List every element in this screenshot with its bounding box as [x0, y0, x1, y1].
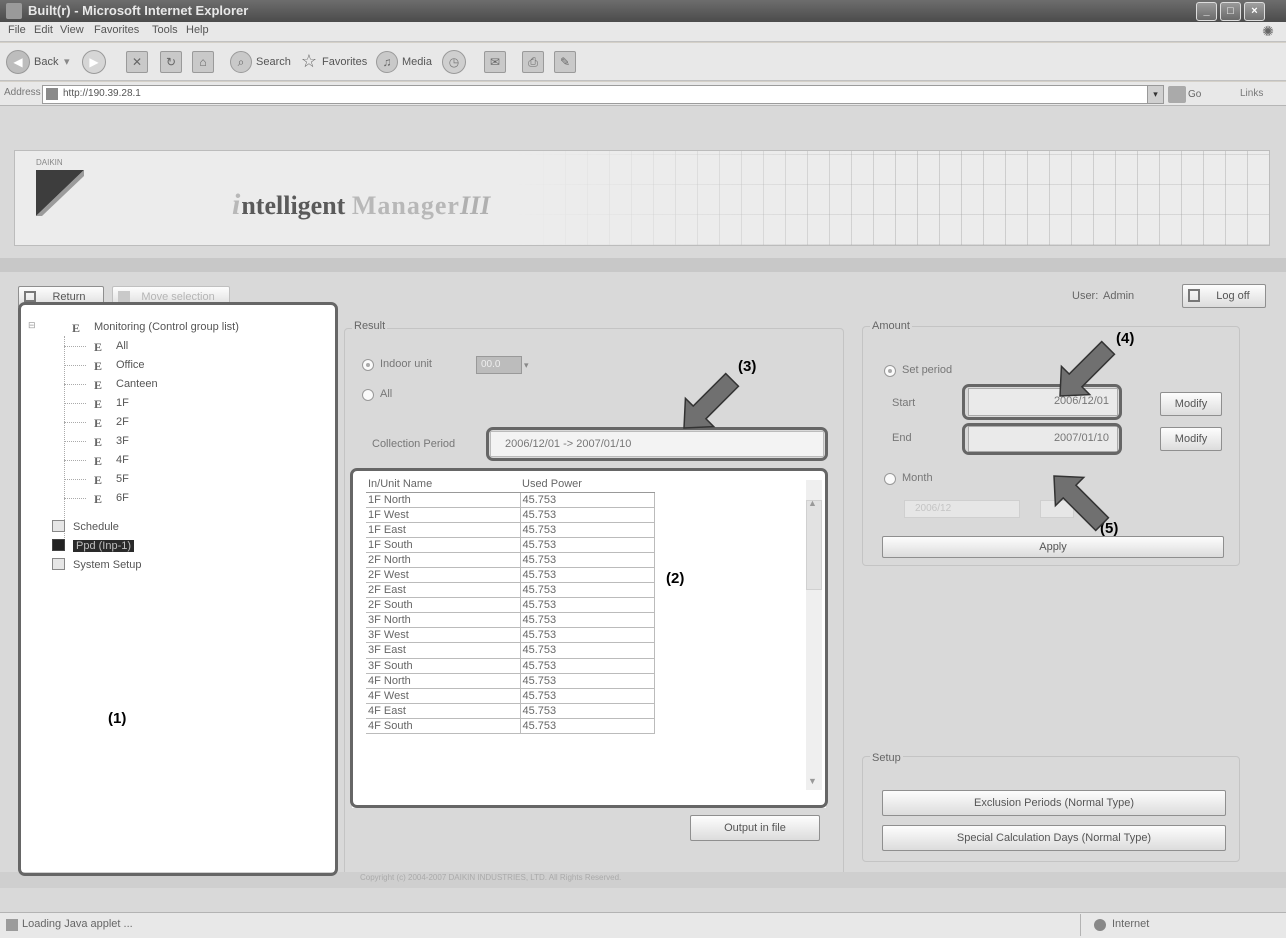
status-text: Loading Java applet ... — [22, 918, 133, 930]
callout-arrow-5 — [1053, 475, 1110, 532]
callout-arrow-3 — [683, 372, 740, 429]
loading-icon — [6, 919, 18, 931]
callout-arrows — [683, 340, 1116, 532]
zone-cell — [1080, 914, 1280, 936]
zone-text: Internet — [1112, 918, 1150, 930]
callout-arrow-4 — [1059, 340, 1116, 397]
internet-zone-icon — [1094, 919, 1106, 931]
